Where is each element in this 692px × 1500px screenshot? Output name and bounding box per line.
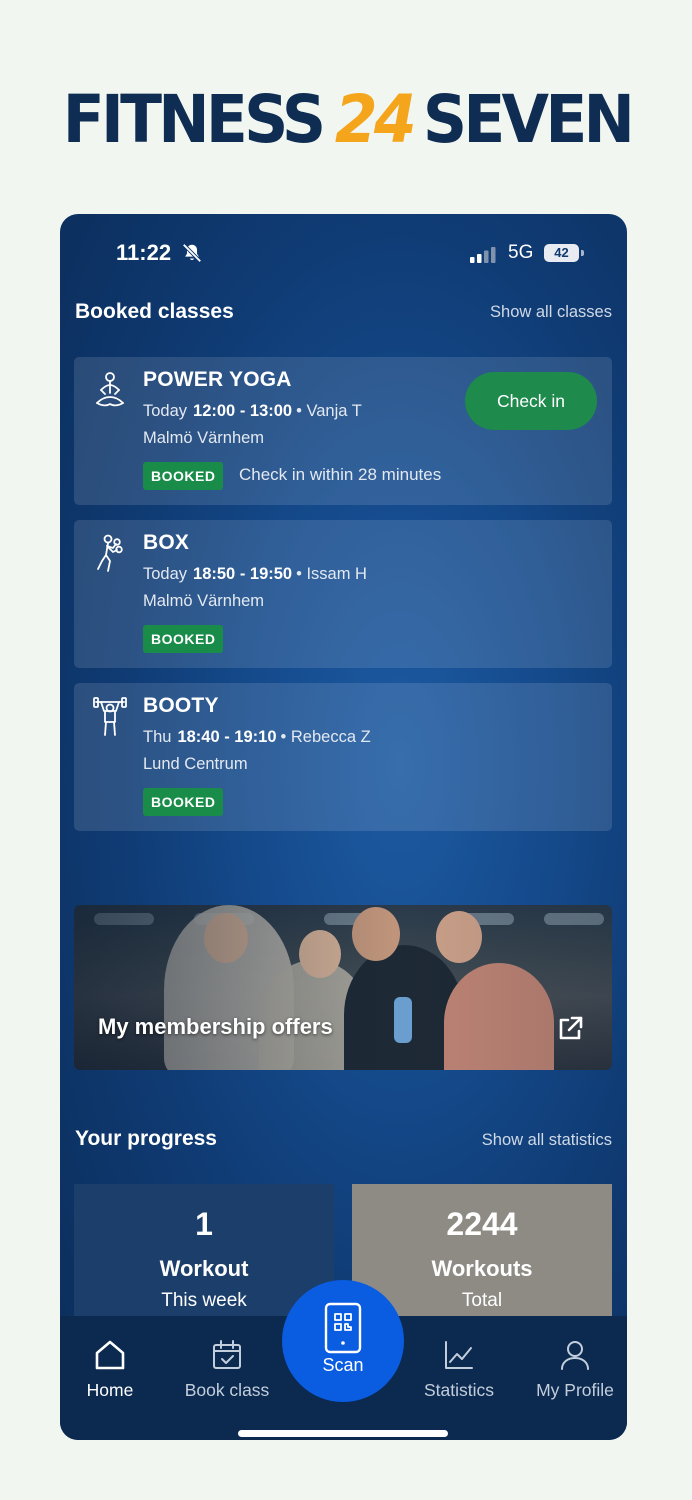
tab-home[interactable]: Home [60, 1316, 168, 1416]
class-card[interactable]: BOX Today 18:50 - 19:50 • Issam H Malmö Vä… [74, 520, 612, 668]
class-day: Today [143, 402, 188, 420]
stat-label: Workout [159, 1256, 249, 1281]
class-name: BOX [143, 531, 190, 554]
network-type: 5G [508, 242, 534, 263]
status-time: 11:22 [116, 240, 172, 265]
class-instructor: • Issam H [296, 565, 367, 583]
class-location: Malmö Värnhem [143, 429, 265, 447]
class-schedule: Thu 18:40 - 19:10 • Rebecca Z [143, 728, 371, 747]
class-day: Today [143, 565, 188, 583]
boxing-person-icon [97, 534, 123, 572]
class-card[interactable]: POWER YOGA Today 12:00 - 13:00 • Vanja T M… [74, 357, 612, 505]
tab-my-profile[interactable]: My Profile [517, 1316, 627, 1416]
booked-classes-title: Booked classes [75, 300, 234, 323]
booked-badge: BOOKED [143, 788, 224, 816]
stat-value: 2244 [446, 1206, 518, 1242]
class-name: BOOTY [143, 694, 219, 717]
class-location: Lund Centrum [143, 755, 248, 773]
class-location: Malmö Värnhem [143, 592, 265, 610]
chart-line-icon [445, 1341, 473, 1369]
battery-icon: 42 [544, 244, 584, 262]
tab-my-profile-label: My Profile [536, 1380, 614, 1400]
phone-qr-icon [324, 1302, 362, 1354]
show-all-classes-link[interactable]: Show all classes [490, 303, 612, 322]
calendar-check-icon [213, 1340, 241, 1369]
class-instructor: • Vanja T [296, 402, 362, 420]
user-profile-icon [561, 1341, 589, 1370]
phone-screen: 11:22 5G 42 Booked classes Show all clas… [60, 214, 627, 1440]
cellular-signal-icon [470, 247, 496, 263]
checkin-note: Check in within 28 minutes [239, 465, 442, 484]
external-link-icon[interactable] [556, 1015, 584, 1043]
membership-offers-banner[interactable]: My membership offers [74, 905, 612, 1070]
class-name: POWER YOGA [143, 368, 292, 391]
home-indicator [238, 1430, 448, 1437]
brand-logo-part3: SEVEN [423, 81, 635, 158]
your-progress-title: Your progress [75, 1127, 217, 1150]
tab-statistics[interactable]: Statistics [401, 1316, 517, 1416]
class-card[interactable]: BOOTY Thu 18:40 - 19:10 • Rebecca Z Lund C… [74, 683, 612, 831]
tab-statistics-label: Statistics [423, 1380, 495, 1400]
status-bar: 11:22 5G 42 [60, 214, 627, 284]
class-schedule: Today 18:50 - 19:50 • Issam H [143, 565, 367, 584]
booked-badge: BOOKED [143, 462, 224, 490]
tab-home-label: Home [86, 1380, 134, 1400]
stat-label: Workouts [431, 1256, 533, 1281]
stat-value: 1 [195, 1206, 213, 1242]
class-schedule: Today 12:00 - 13:00 • Vanja T [143, 402, 362, 421]
booked-badge: BOOKED [143, 625, 224, 653]
membership-offers-title: My membership offers [98, 1014, 333, 1039]
brand-logo-part1: FITNESS [62, 81, 325, 158]
class-day: Thu [143, 728, 172, 746]
class-time: 12:00 - 13:00 [193, 402, 293, 420]
check-in-button[interactable]: Check in [465, 372, 597, 430]
weightlifter-icon [93, 697, 127, 736]
bell-muted-icon [182, 243, 202, 263]
scan-button[interactable]: Scan [282, 1280, 404, 1402]
brand-logo-part2: 24 [334, 81, 417, 158]
class-time: 18:50 - 19:50 [193, 565, 293, 583]
class-time: 18:40 - 19:10 [177, 728, 277, 746]
tab-book-class[interactable]: Book class [169, 1316, 285, 1416]
battery-level: 42 [544, 244, 579, 262]
class-instructor: • Rebecca Z [280, 728, 371, 746]
home-icon [95, 1340, 125, 1370]
brand-logo: FITNESS 24 SEVEN [30, 81, 662, 158]
scan-label: Scan [322, 1355, 364, 1375]
show-all-statistics-link[interactable]: Show all statistics [482, 1131, 612, 1150]
tab-book-class-label: Book class [184, 1380, 270, 1400]
yoga-pose-icon [96, 372, 124, 407]
